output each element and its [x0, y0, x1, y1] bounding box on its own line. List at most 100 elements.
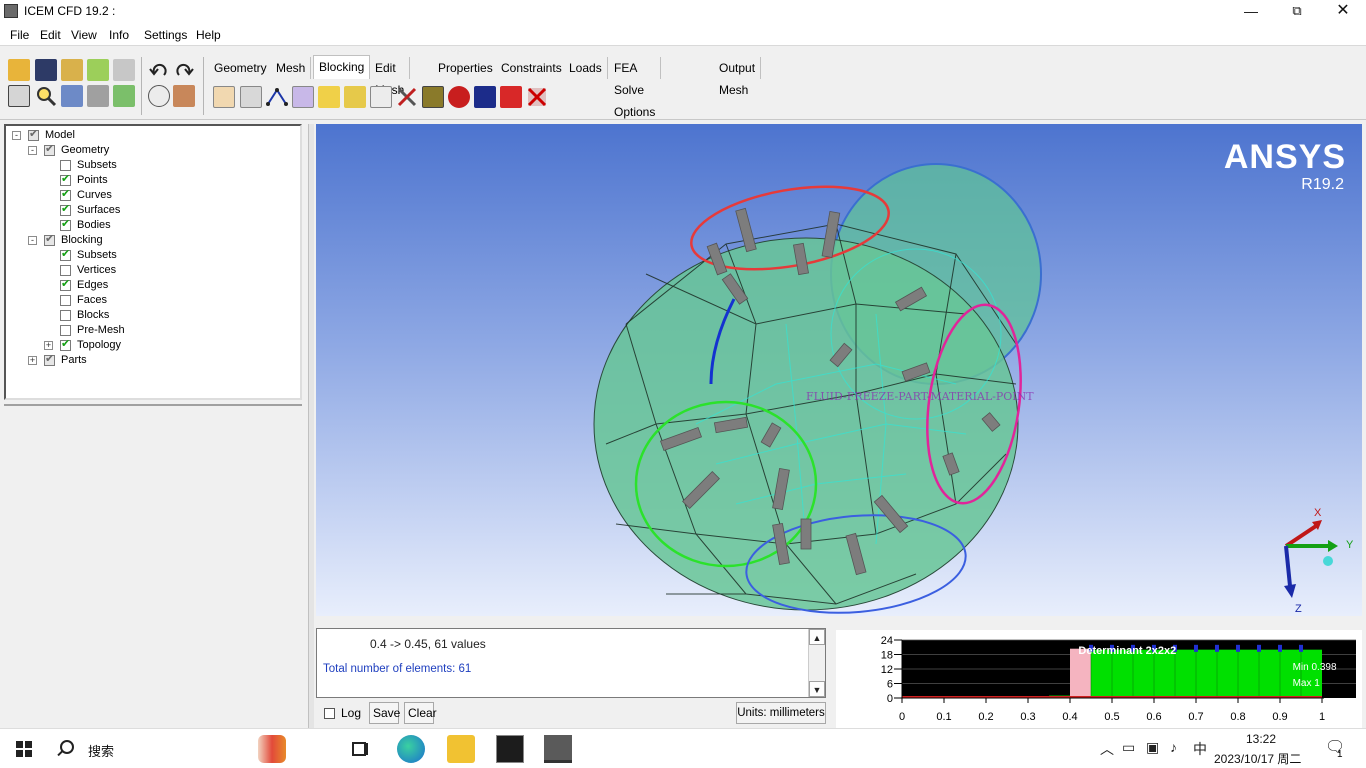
scroll-down-arrow[interactable]: ▼ — [809, 681, 825, 697]
block-checks-icon[interactable] — [474, 86, 496, 108]
visibility-checkbox[interactable] — [60, 172, 71, 186]
tab-output-mesh[interactable]: Output Mesh — [714, 57, 762, 97]
visibility-checkbox[interactable] — [60, 325, 71, 336]
tab-blocking[interactable]: Blocking — [313, 55, 371, 79]
tree-node-points[interactable]: Points — [6, 172, 296, 189]
tree-node-blocks[interactable]: Blocks — [6, 309, 296, 324]
tray-network-icon[interactable]: ▣ — [1146, 739, 1159, 756]
move-vertex-icon[interactable] — [344, 86, 366, 108]
tree-node-parts[interactable]: + Parts — [6, 352, 296, 369]
tab-constraints[interactable]: Constraints — [496, 57, 568, 79]
tree-node-subsets[interactable]: Subsets — [6, 247, 296, 264]
visibility-checkbox[interactable] — [60, 160, 71, 171]
search-highlight-icon[interactable] — [258, 735, 286, 763]
collapse-icon[interactable]: - — [28, 146, 37, 155]
pre-mesh-smooth-icon[interactable] — [448, 86, 470, 108]
message-window[interactable]: 0.4 -> 0.45, 61 values Total number of e… — [316, 628, 826, 698]
scroll-up-arrow[interactable]: ▲ — [809, 629, 825, 645]
tab-properties[interactable]: Properties — [433, 57, 499, 79]
tab-geometry[interactable]: Geometry — [209, 57, 273, 79]
terminal-icon[interactable] — [496, 735, 524, 763]
undo-icon[interactable] — [148, 59, 170, 81]
wireframe-icon[interactable] — [148, 85, 170, 107]
close-button[interactable]: ✕ — [1320, 0, 1366, 24]
visibility-checkbox[interactable] — [60, 187, 71, 201]
task-view-icon[interactable] — [347, 735, 375, 763]
minimize-button[interactable]: — — [1228, 0, 1274, 24]
open-folder-icon[interactable] — [8, 59, 30, 81]
graphics-viewport[interactable]: FLUID-FREEZE-PART-MATERIAL-POINT X Y Z A… — [316, 124, 1362, 616]
tab-fea-solve-options[interactable]: FEA Solve Options — [609, 57, 662, 119]
measure-angle-icon[interactable] — [87, 85, 109, 107]
tray-battery-icon[interactable]: ▭ — [1122, 739, 1135, 756]
tray-date[interactable]: 2023/10/17 周二 — [1214, 750, 1301, 767]
tree-node-subsets[interactable]: Subsets — [6, 159, 296, 174]
edge-browser-icon[interactable] — [397, 735, 425, 763]
transform-blocks-icon[interactable] — [370, 86, 392, 108]
open-blocking-icon[interactable] — [113, 59, 135, 81]
tree-node-edges[interactable]: Edges — [6, 277, 296, 294]
expand-icon[interactable]: + — [28, 356, 37, 365]
quality-histogram[interactable]: 24 18 12 6 0 0 0.1 0.2 0.3 0.4 0.5 0.6 0.7 0.8 0.9 1 Det… — [836, 630, 1362, 728]
merge-vertices-icon[interactable] — [266, 86, 288, 108]
start-button[interactable] — [0, 729, 48, 768]
visibility-checkbox[interactable] — [44, 232, 55, 246]
solid-shade-icon[interactable] — [173, 85, 195, 107]
delete-x-icon[interactable] — [526, 86, 548, 108]
associate-icon[interactable] — [318, 86, 340, 108]
menu-help[interactable]: Help — [196, 28, 221, 42]
edit-block-icon[interactable] — [292, 86, 314, 108]
collapse-icon[interactable]: - — [28, 236, 37, 245]
log-checkbox[interactable] — [324, 708, 335, 719]
visibility-checkbox[interactable] — [60, 217, 71, 231]
visibility-checkbox[interactable] — [60, 202, 71, 216]
tree-node-geometry[interactable]: - Geometry — [6, 142, 296, 159]
tab-mesh[interactable]: Mesh — [271, 57, 312, 79]
fit-window-icon[interactable] — [8, 85, 30, 107]
menu-view[interactable]: View — [71, 28, 97, 42]
pre-mesh-params-icon[interactable] — [422, 86, 444, 108]
tab-loads[interactable]: Loads — [564, 57, 608, 79]
expand-icon[interactable]: + — [44, 341, 53, 350]
save-disk-icon[interactable] — [35, 59, 57, 81]
menu-edit[interactable]: Edit — [40, 28, 61, 42]
measure-distance-icon[interactable] — [61, 85, 83, 107]
delete-block-icon[interactable] — [500, 86, 522, 108]
visibility-checkbox[interactable] — [60, 310, 71, 321]
tree-node-vertices[interactable]: Vertices — [6, 264, 296, 279]
icem-taskbar-icon[interactable] — [544, 735, 572, 763]
units-button[interactable]: Units: millimeters — [736, 702, 826, 724]
visibility-checkbox[interactable] — [28, 127, 39, 141]
create-block-icon[interactable] — [213, 86, 235, 108]
menu-info[interactable]: Info — [109, 28, 129, 42]
tree-node-pre-mesh[interactable]: Pre-Mesh — [6, 324, 296, 339]
tray-ime-indicator[interactable]: 中 — [1193, 739, 1207, 759]
visibility-checkbox[interactable] — [60, 337, 71, 351]
menu-settings[interactable]: Settings — [144, 28, 187, 42]
visibility-checkbox[interactable] — [60, 277, 71, 291]
tree-node-surfaces[interactable]: Surfaces — [6, 202, 296, 219]
file-explorer-icon[interactable] — [447, 735, 475, 763]
menu-file[interactable]: File — [10, 28, 29, 42]
open-mesh-icon[interactable] — [87, 59, 109, 81]
maximize-button[interactable]: ⧉ — [1274, 0, 1320, 24]
zoom-box-icon[interactable] — [35, 85, 57, 107]
open-geometry-icon[interactable] — [61, 59, 83, 81]
tab-edit-mesh[interactable]: Edit Mesh — [370, 57, 411, 97]
split-block-icon[interactable] — [240, 86, 262, 108]
visibility-checkbox[interactable] — [60, 247, 71, 261]
visibility-checkbox[interactable] — [60, 265, 71, 276]
edit-edge-icon[interactable] — [396, 86, 418, 108]
tree-node-blocking[interactable]: - Blocking — [6, 232, 296, 249]
taskbar-search[interactable]: 搜索 — [48, 729, 338, 768]
save-button[interactable]: Save — [369, 702, 400, 724]
visibility-checkbox[interactable] — [60, 295, 71, 306]
panel-splitter[interactable] — [308, 124, 314, 728]
clear-button[interactable]: Clear — [404, 702, 437, 724]
visibility-checkbox[interactable] — [44, 142, 55, 156]
tray-time[interactable]: 13:22 — [1246, 732, 1276, 746]
visibility-checkbox[interactable] — [44, 352, 55, 366]
redo-icon[interactable] — [173, 59, 195, 81]
message-scrollbar[interactable]: ▲ ▼ — [808, 629, 825, 697]
collapse-icon[interactable]: - — [12, 131, 21, 140]
